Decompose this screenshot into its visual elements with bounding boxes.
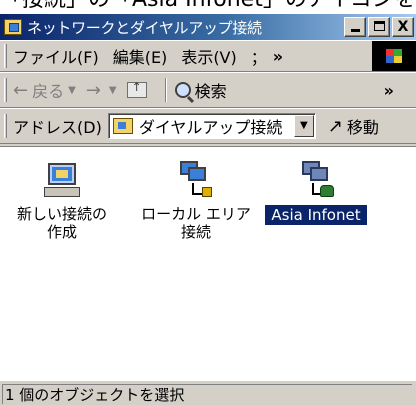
status-bar: 1 個のオブジェクトを選択 <box>0 380 416 405</box>
item-asia-infonet[interactable]: Asia Infonet <box>256 161 376 225</box>
back-arrow-icon: ← <box>13 79 29 101</box>
item-local-area-connection[interactable]: ローカル エリア 接続 <box>136 161 256 241</box>
back-dropdown-icon[interactable]: ▼ <box>68 85 76 96</box>
menubar-grip[interactable] <box>4 44 7 68</box>
network-folder-icon <box>4 19 22 35</box>
addressbar-grip[interactable] <box>4 114 7 138</box>
title-bar[interactable]: ネットワークとダイヤルアップ接続 X <box>0 14 416 40</box>
dialup-folder-icon <box>112 118 133 134</box>
caption-strip: 「接続」の「Asia Infonet」のアイコンをクリック <box>0 0 416 14</box>
forward-arrow-icon: → <box>85 79 101 101</box>
search-icon <box>174 82 191 98</box>
menu-file[interactable]: ファイル(F) <box>13 44 99 68</box>
menu-truncated[interactable]: ； <box>251 44 267 68</box>
minimize-icon <box>350 29 360 32</box>
search-button[interactable]: 検索 <box>174 78 227 102</box>
item-new-connection[interactable]: 新しい接続の 作成 <box>2 161 122 241</box>
close-icon: X <box>397 19 409 35</box>
search-label: 検索 <box>194 82 227 101</box>
file-view[interactable]: 新しい接続の 作成 ローカル エリア 接続 Asia Infonet <box>0 146 416 380</box>
status-text: 1 個のオブジェクトを選択 <box>2 384 412 404</box>
dialup-connection-icon[interactable] <box>298 161 334 201</box>
explorer-window: ネットワークとダイヤルアップ接続 X ファイル(F) 編集(E) 表示(V) ；… <box>0 14 416 405</box>
maximize-button[interactable] <box>368 17 390 37</box>
up-folder-button[interactable] <box>126 80 147 98</box>
window-title: ネットワークとダイヤルアップ接続 <box>27 18 262 37</box>
new-connection-wizard-icon[interactable] <box>44 161 80 201</box>
address-value[interactable]: ダイヤルアップ接続 <box>139 114 283 138</box>
windows-logo-icon <box>372 41 416 71</box>
address-combobox[interactable]: ダイヤルアップ接続 ▼ <box>107 113 316 139</box>
go-arrow-icon: ↗ <box>327 115 343 137</box>
toolbar-overflow-chevron-icon[interactable]: » <box>384 81 394 100</box>
go-button[interactable]: ↗ 移動 <box>328 114 379 138</box>
item-label[interactable]: ローカル エリア 接続 <box>136 205 256 241</box>
item-label-selected[interactable]: Asia Infonet <box>265 205 367 225</box>
address-bar: アドレス(D) ダイヤルアップ接続 ▼ ↗ 移動 <box>0 108 416 144</box>
item-label[interactable]: 新しい接続の 作成 <box>2 205 122 241</box>
forward-dropdown-icon[interactable]: ▼ <box>109 85 117 96</box>
minimize-button[interactable] <box>344 17 366 37</box>
caption-text: 「接続」の「Asia Infonet」のアイコンをクリック <box>0 0 416 12</box>
menu-edit[interactable]: 編集(E) <box>113 44 168 68</box>
maximize-icon <box>373 21 385 31</box>
go-label: 移動 <box>346 118 379 137</box>
menu-overflow-chevron-icon[interactable]: » <box>273 47 283 66</box>
menu-bar: ファイル(F) 編集(E) 表示(V) ； » <box>0 40 416 72</box>
forward-button[interactable]: → ▼ <box>86 80 117 101</box>
back-label: 戻る <box>32 82 65 101</box>
address-dropdown-button[interactable]: ▼ <box>293 115 314 137</box>
back-button[interactable]: ← 戻る ▼ <box>13 78 76 102</box>
standard-toolbar: ← 戻る ▼ → ▼ 検索 » <box>0 72 416 108</box>
close-button[interactable]: X <box>392 17 414 37</box>
toolbar-separator <box>164 78 167 102</box>
lan-connection-icon[interactable] <box>178 161 214 201</box>
toolbar-grip[interactable] <box>4 78 7 102</box>
address-label: アドレス(D) <box>13 118 102 137</box>
up-folder-icon <box>126 80 147 98</box>
menu-view[interactable]: 表示(V) <box>181 44 236 68</box>
window-controls: X <box>344 17 414 37</box>
